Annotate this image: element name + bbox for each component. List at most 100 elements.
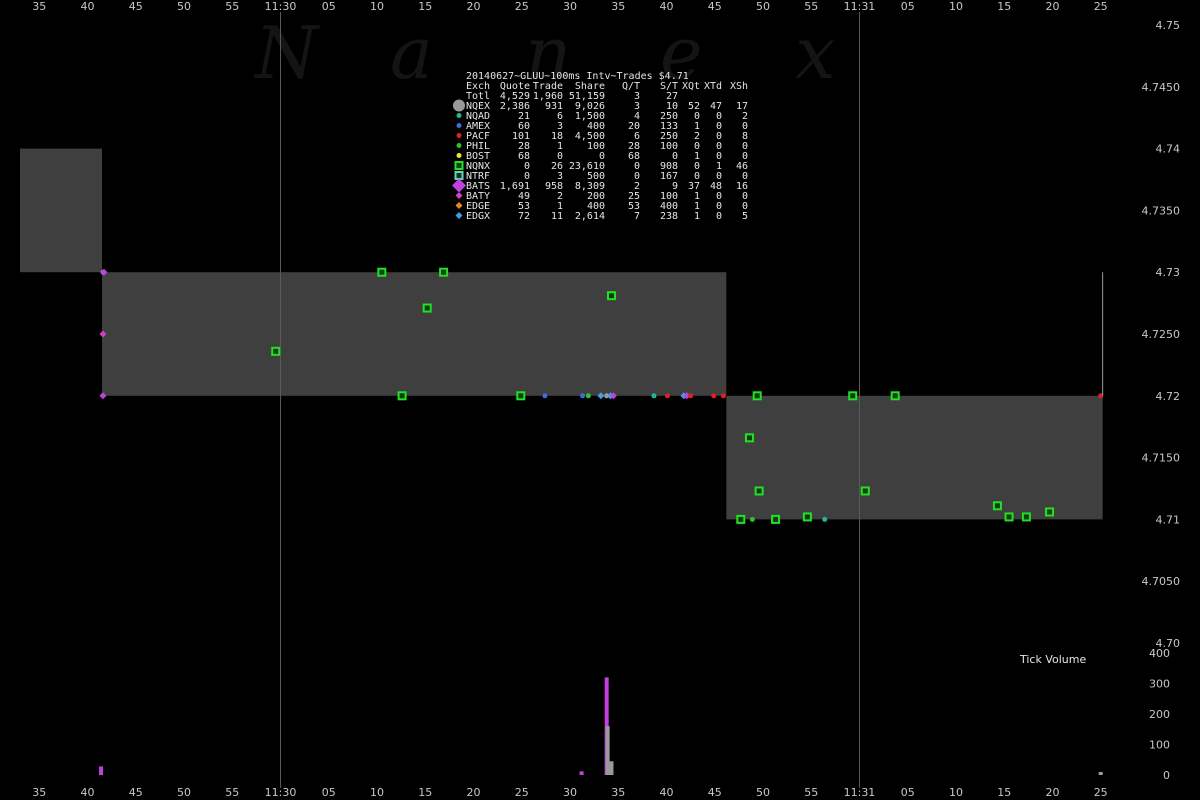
trade-marker [890,391,900,401]
y-tick-label: 4.7050 [1142,575,1181,588]
trade-marker [736,514,746,524]
x-tick-label: 05 [901,786,915,799]
x-tick-label: 20 [467,0,481,13]
x-tick-label: 50 [177,786,191,799]
x-tick-label: 11:30 [265,786,297,799]
x-tick-label: 15 [418,0,432,13]
volume-bar [605,726,610,775]
y-tick-label: 4.7350 [1142,204,1181,217]
x-tick-label: 20 [1045,786,1059,799]
trade-marker [771,514,781,524]
y-tick-label: 4.73 [1156,266,1181,279]
x-tick-label: 35 [32,0,46,13]
legend-cell: 2,614 [575,211,605,222]
legend-marker [456,123,462,128]
x-tick-label: 35 [611,786,625,799]
x-tick-label: 35 [32,786,46,799]
x-tick-label: 10 [949,0,963,13]
legend-marker [454,171,464,180]
trade-chart: Nanex 35 40 45 50 55 11:30 05 10 15 20 25 30 35 40 45 5… [0,0,1200,800]
y-tick-label: 4.7150 [1142,452,1181,465]
legend-cell: 1 [694,211,700,222]
x-tick-label: 10 [949,786,963,799]
x-tick-label: 05 [322,786,336,799]
volume-bar [99,766,104,775]
volume-bar [609,761,614,775]
watermark-letter: x [795,11,836,95]
x-tick-label: 50 [177,0,191,13]
volume-tick-label: 0 [1163,769,1170,782]
x-tick-label: 30 [563,786,577,799]
legend-marker [456,143,462,148]
trade-marker [720,393,726,399]
x-tick-label: 55 [804,786,818,799]
trade-marker [542,393,548,399]
legend-marker [454,161,464,170]
nbbo-band [102,272,727,396]
y-tick-label: 4.71 [1156,513,1181,526]
y-tick-label: 4.74 [1156,143,1181,156]
x-tick-label: 20 [467,786,481,799]
x-tick-label: 20 [1045,0,1059,13]
trade-marker [664,393,670,399]
x-tick-label: 11:31 [844,0,876,13]
x-tick-label: 50 [756,0,770,13]
legend-column-header: XQt [682,81,700,92]
x-tick-label: 15 [418,786,432,799]
legend-cell: 238 [660,211,678,222]
volume-tick-label: 300 [1149,678,1170,691]
legend-marker [456,113,462,118]
legend-cell: 5 [742,211,748,222]
x-tick-label: 11:31 [844,786,876,799]
trade-marker [711,393,717,399]
legend-marker [456,133,462,138]
trade-marker [754,486,764,496]
volume-tick-label: 100 [1149,739,1170,752]
trade-marker [606,291,616,301]
x-tick-label: 11:30 [265,0,297,13]
trade-marker [422,303,432,313]
x-tick-label: 25 [515,786,529,799]
legend-cell: 7 [634,211,640,222]
x-tick-label: 10 [370,0,384,13]
x-tick-label: 55 [225,786,239,799]
volume-bar [1098,771,1103,775]
x-tick-label: 30 [563,0,577,13]
legend-column-header: XTd [704,81,722,92]
x-tick-label: 40 [81,0,95,13]
x-tick-label: 25 [515,0,529,13]
x-tick-label: 10 [370,786,384,799]
trade-marker [848,391,858,401]
trade-marker [271,346,281,356]
x-tick-label: 05 [322,0,336,13]
y-tick-label: 4.7250 [1142,328,1181,341]
trade-marker [752,391,762,401]
x-tick-label: 45 [129,786,143,799]
volume-label: Tick Volume [1019,653,1086,666]
x-tick-label: 25 [1094,786,1108,799]
trade-marker [992,501,1002,511]
trade-marker [802,512,812,522]
y-tick-label: 4.72 [1156,390,1181,403]
legend-cell: 11 [551,211,563,222]
x-tick-label: 55 [804,0,818,13]
trade-marker [860,486,870,496]
y-tick-label: 4.7450 [1142,81,1181,94]
trade-marker [397,391,407,401]
x-tick-label: 50 [756,786,770,799]
x-tick-label: 35 [611,0,625,13]
x-tick-label: 15 [997,786,1011,799]
volume-bar [579,771,584,775]
x-tick-label: 40 [659,786,673,799]
trade-marker [822,516,828,522]
trade-marker [651,393,657,399]
y-tick-label: 4.75 [1156,19,1181,32]
volume-tick-label: 200 [1149,708,1170,721]
watermark-letter: a [390,11,433,95]
x-tick-label: 25 [1094,0,1108,13]
x-tick-label: 45 [708,0,722,13]
nbbo-band [20,148,103,273]
x-tick-label: 15 [997,0,1011,13]
volume-tick-label: 400 [1149,647,1170,660]
trade-marker [516,391,526,401]
